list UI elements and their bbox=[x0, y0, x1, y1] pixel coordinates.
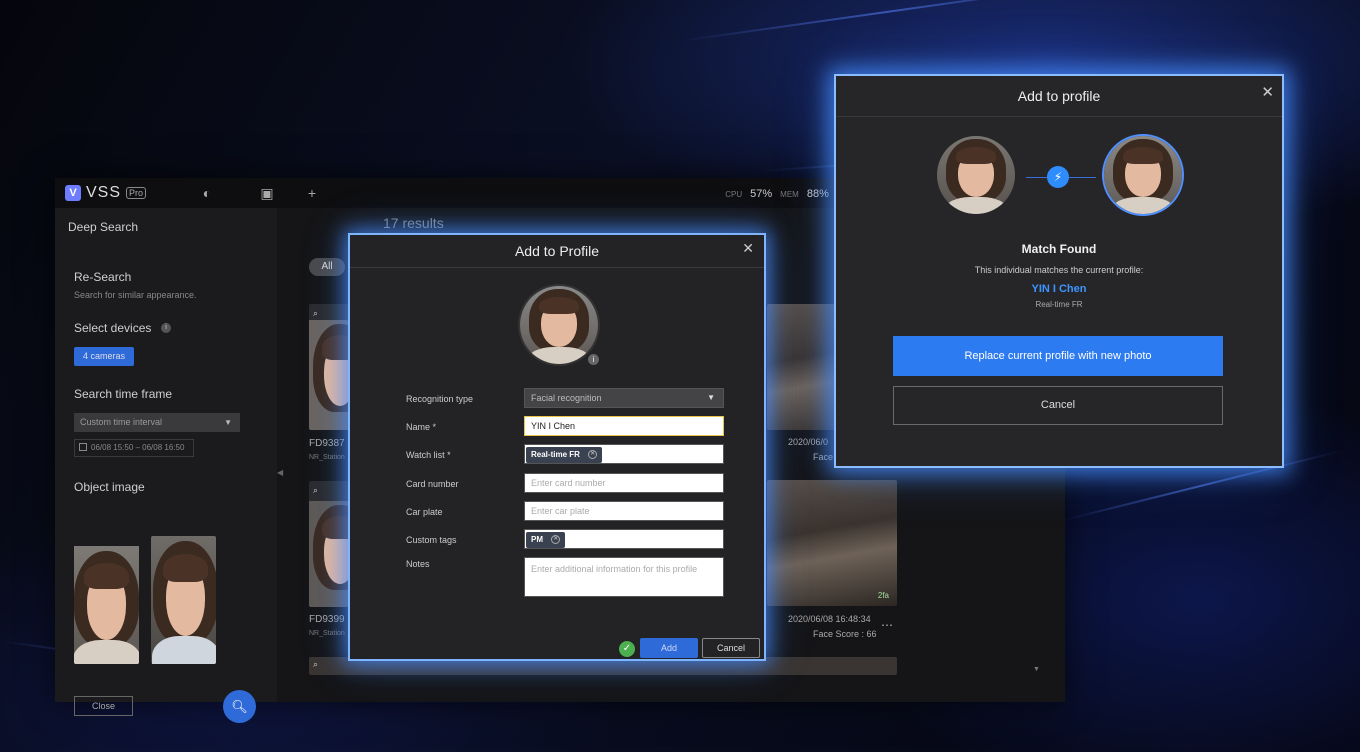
zoom-icon[interactable]: ⌕ bbox=[313, 485, 326, 498]
watchlist-tag[interactable]: Real-time FR ✕ bbox=[526, 447, 603, 463]
info-icon[interactable]: i bbox=[588, 354, 599, 365]
profile-photo bbox=[1102, 134, 1184, 216]
dialog-title: Add to profile bbox=[1017, 88, 1101, 104]
object-image-title: Object image bbox=[74, 480, 145, 494]
notes-textarea[interactable]: Enter additional information for this pr… bbox=[524, 557, 724, 597]
chevron-down-icon: ▼ bbox=[707, 393, 715, 402]
timeframe-select-value: Custom time interval bbox=[80, 417, 163, 427]
page-title: Deep Search bbox=[68, 220, 139, 234]
result-card-id: FD9387 bbox=[309, 438, 345, 449]
more-options-icon[interactable]: ⋯ bbox=[881, 618, 893, 632]
info-icon[interactable]: i bbox=[161, 323, 171, 333]
add-to-profile-dialog: Add to Profile ✕ i Recognition type Faci… bbox=[348, 233, 766, 661]
lightning-icon: ⚡︎ bbox=[1047, 166, 1069, 188]
result-card-score: Face Score : 66 bbox=[813, 629, 877, 639]
object-image[interactable] bbox=[151, 536, 216, 664]
result-card-score: Face bbox=[813, 452, 834, 462]
result-card-source: NR_Station bbox=[309, 454, 345, 461]
notes-label: Notes bbox=[406, 559, 430, 569]
mem-label: MEM bbox=[780, 190, 799, 199]
add-button[interactable]: Add bbox=[640, 638, 698, 658]
new-photo bbox=[937, 136, 1015, 214]
name-label: Name * bbox=[406, 422, 437, 432]
name-input[interactable]: YIN I Chen bbox=[524, 416, 724, 436]
recognition-type-select[interactable]: Facial recognition ▼ bbox=[524, 388, 724, 408]
replace-profile-button[interactable]: Replace current profile with new photo bbox=[893, 336, 1223, 376]
cpu-label: CPU bbox=[725, 190, 743, 199]
recognition-type-value: Facial recognition bbox=[531, 393, 602, 403]
logo-text: VSS bbox=[86, 184, 122, 201]
date-range-value: 06/08 15:50 – 06/08 16:50 bbox=[91, 443, 185, 452]
match-found-dialog: Add to profile ✕ ⚡︎ Match Found This ind… bbox=[834, 74, 1284, 468]
match-title: Match Found bbox=[1021, 242, 1097, 256]
chevron-down-icon: ▼ bbox=[224, 418, 232, 427]
custom-tag[interactable]: PM ✕ bbox=[526, 532, 566, 548]
car-plate-input[interactable]: Enter car plate bbox=[524, 501, 724, 521]
check-icon: ✓ bbox=[619, 641, 635, 657]
filter-all-chip[interactable]: All bbox=[309, 258, 345, 276]
watchlist-input[interactable]: Real-time FR ✕ bbox=[524, 444, 724, 464]
search-button[interactable]: 🔍︎ bbox=[223, 690, 256, 723]
close-icon[interactable]: ✕ bbox=[1261, 83, 1274, 101]
cancel-button[interactable]: Cancel bbox=[893, 386, 1223, 425]
result-card-source: NR_Station bbox=[309, 630, 345, 637]
timeframe-title: Search time frame bbox=[74, 387, 173, 401]
close-icon[interactable]: ✕ bbox=[742, 240, 754, 257]
cpu-value: 57% bbox=[750, 188, 773, 200]
research-title: Re-Search bbox=[74, 270, 132, 284]
matched-profile-name[interactable]: YIN I Chen bbox=[836, 283, 1282, 295]
sidebar: Deep Search Re-Search Search for similar… bbox=[55, 208, 277, 723]
logo-icon: V bbox=[65, 185, 81, 201]
card-number-label: Card number bbox=[406, 479, 459, 489]
app-logo: V VSS Pro bbox=[65, 184, 165, 202]
search-icon: 🔍︎ bbox=[231, 699, 248, 714]
remove-tag-icon[interactable]: ✕ bbox=[551, 535, 561, 545]
close-button[interactable]: Close bbox=[74, 696, 133, 716]
custom-tags-input[interactable]: PM ✕ bbox=[524, 529, 724, 549]
result-card[interactable]: 2fa bbox=[767, 480, 897, 606]
bg-streak bbox=[679, 0, 1097, 42]
dialog-title: Add to Profile bbox=[514, 243, 600, 259]
match-description: This individual matches the current prof… bbox=[974, 265, 1144, 275]
profile-avatar bbox=[518, 284, 600, 366]
calendar-icon bbox=[79, 443, 87, 451]
custom-tags-label: Custom tags bbox=[406, 535, 457, 545]
mem-value: 88% bbox=[806, 188, 829, 200]
custom-tag-label: PM bbox=[531, 535, 543, 544]
cameras-button[interactable]: 4 cameras bbox=[74, 347, 134, 366]
collapse-sidebar-icon[interactable]: ◀ bbox=[277, 468, 283, 477]
results-count: 17 results bbox=[383, 215, 444, 231]
zoom-icon[interactable]: ⌕ bbox=[313, 659, 326, 672]
watchlist-tag-label: Real-time FR bbox=[531, 450, 580, 459]
cameras-nav-icon[interactable]: ◐ bbox=[177, 185, 237, 201]
date-range-field[interactable]: 06/08 15:50 – 06/08 16:50 bbox=[74, 439, 194, 457]
remove-tag-icon[interactable]: ✕ bbox=[588, 450, 598, 460]
scroll-down-icon[interactable]: ▼ bbox=[1033, 666, 1040, 673]
performance-meter: CPU 57% MEM 88% | bbox=[725, 186, 840, 200]
result-card-time: 2020/06/0 bbox=[788, 437, 829, 447]
car-plate-label: Car plate bbox=[406, 507, 443, 517]
divider bbox=[350, 267, 764, 268]
card-number-input[interactable]: Enter card number bbox=[524, 473, 724, 493]
watchlist-label: Watch list * bbox=[406, 450, 451, 460]
devices-title: Select devices bbox=[74, 321, 152, 335]
logo-badge: Pro bbox=[126, 187, 147, 199]
timeframe-select[interactable]: Custom time interval ▼ bbox=[74, 413, 240, 432]
face-nav-icon[interactable]: ▣ bbox=[237, 185, 297, 202]
cancel-button[interactable]: Cancel bbox=[702, 638, 760, 658]
recognition-type-label: Recognition type bbox=[406, 394, 474, 404]
result-card-badge: 2fa bbox=[877, 591, 889, 600]
research-subtitle: Search for similar appearance. bbox=[74, 290, 197, 300]
divider bbox=[836, 116, 1282, 117]
object-image[interactable] bbox=[74, 536, 139, 664]
zoom-icon[interactable]: ⌕ bbox=[313, 308, 326, 321]
result-card-id: FD9399 bbox=[309, 614, 345, 625]
result-card-time: 2020/06/08 16:48:34 bbox=[788, 614, 871, 624]
matched-watchlist: Real-time FR bbox=[1035, 300, 1083, 309]
add-tab-icon[interactable]: + bbox=[297, 185, 327, 201]
